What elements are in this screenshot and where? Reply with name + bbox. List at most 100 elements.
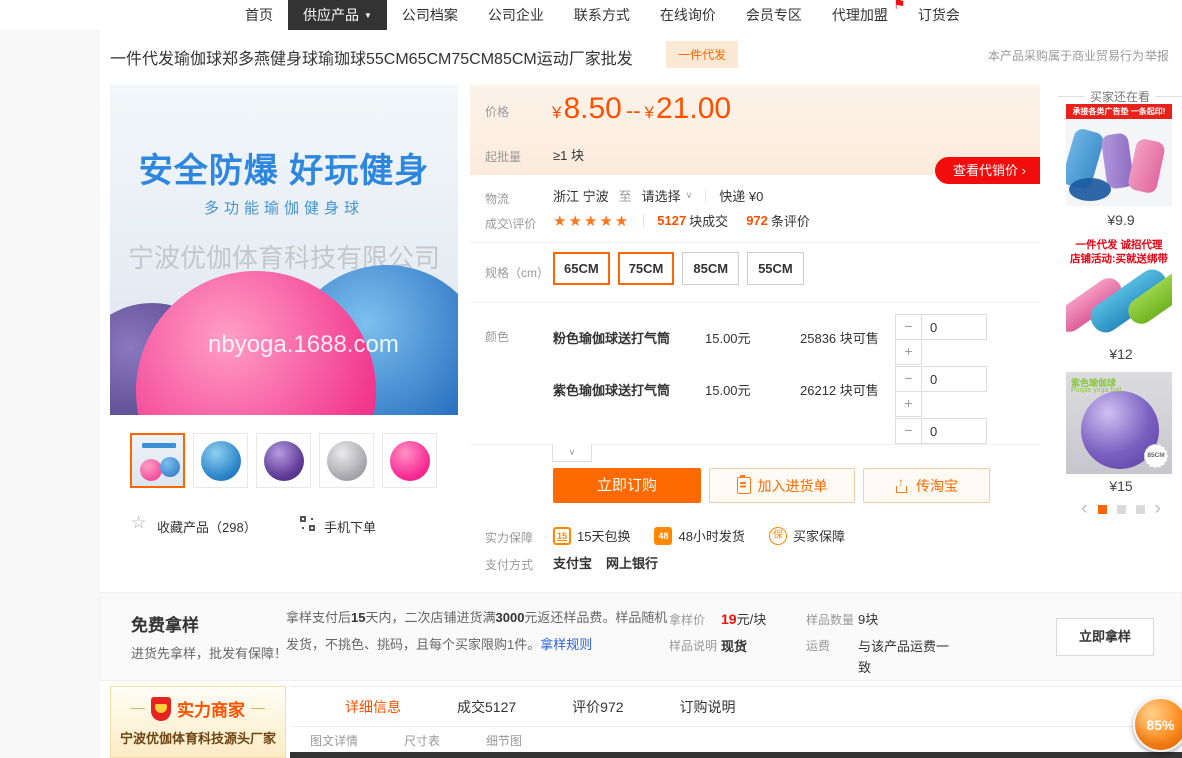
sample-freight-label: 运费 [806, 637, 830, 654]
product-main-image[interactable]: 安全防爆 好玩健身 多功能瑜伽健身球 宁波优伽体育科技有限公司 nbyoga.1… [110, 85, 458, 415]
hero-slogan: 安全防爆 好玩健身 [110, 143, 458, 192]
add-to-purchase-list-button[interactable]: 加入进货单 [709, 468, 855, 503]
related-item-2[interactable]: 一件代发 诚招代理 店铺活动:买就送绑带 [1066, 234, 1172, 338]
detail-subtabs: 图文详情 尺寸表 细节图 [290, 728, 1182, 752]
quantity-input[interactable] [921, 366, 987, 392]
subtab-size-table[interactable]: 尺寸表 [404, 732, 440, 749]
page-dot-1[interactable] [1098, 505, 1107, 514]
quantity-input[interactable] [921, 418, 987, 444]
sample-price-unit: 元/块 [737, 612, 767, 627]
sku-stock: 26212 块可售 [800, 380, 879, 399]
nav-item-inquiry[interactable]: 在线询价 [645, 0, 731, 30]
upload-tray-shape [896, 486, 907, 493]
spec-option-65cm[interactable]: 65CM [553, 252, 610, 285]
nav-item-supply-products[interactable]: 供应产品 ▼ [288, 0, 387, 30]
plus-button[interactable]: + [895, 339, 922, 365]
nav-item-contact[interactable]: 联系方式 [559, 0, 645, 30]
page-dot-3[interactable] [1136, 505, 1145, 514]
sku-price: 15.00元 [705, 328, 751, 347]
thumbnail-4[interactable] [319, 433, 374, 488]
expand-sku-list-button[interactable]: ∨ [552, 444, 592, 462]
related-item-3[interactable]: 紫色瑜伽球 Purple yoga ball 85CM [1066, 372, 1172, 474]
thumbnail-2[interactable] [193, 433, 248, 488]
sku-name: 粉色瑜伽球送打气筒 [553, 328, 670, 347]
thumb-ball-pink [390, 441, 430, 481]
minus-button[interactable]: − [895, 366, 922, 392]
star-outline-icon[interactable]: ☆ [131, 513, 146, 533]
related-item-1[interactable]: 承接各类广告垫 一条起印! [1066, 104, 1172, 206]
spec-option-55cm[interactable]: 55CM [747, 252, 804, 285]
sample-rules-link[interactable]: 拿样规则 [540, 637, 592, 652]
spec-option-75cm[interactable]: 75CM [618, 252, 675, 285]
plus-button[interactable]: + [895, 391, 922, 417]
logistics-label: 物流 [485, 190, 509, 207]
divider [643, 214, 644, 228]
sample-price-number: 19 [721, 611, 737, 627]
sku-row-pink: 粉色瑜伽球送打气筒 15.00元 25836 块可售 − + [553, 312, 1040, 363]
upload-to-taobao-button[interactable]: ↑ 传淘宝 [863, 468, 990, 503]
tab-deals[interactable]: 成交5127 [457, 697, 516, 717]
subtab-graphic-detail[interactable]: 图文详情 [310, 732, 358, 749]
tab-order-notes[interactable]: 订购说明 [680, 697, 736, 717]
product-page: 首页 供应产品 ▼ 公司档案 公司企业 联系方式 在线询价 会员专区 代理加盟 … [0, 0, 1182, 758]
favorite-product-link[interactable]: 收藏产品（298） [157, 517, 257, 536]
spec-label: 规格（cm） [485, 264, 549, 281]
section-divider [470, 242, 1040, 243]
subtab-detail-photos[interactable]: 细节图 [486, 732, 522, 749]
payment-label: 支付方式 [485, 556, 533, 573]
moq-label: 起批量 [485, 148, 521, 165]
get-sample-button[interactable]: 立即拿样 [1056, 618, 1154, 656]
merchant-card[interactable]: 实力商家 宁波优伽体育科技源头厂家 [110, 686, 286, 758]
nav-item-order-fair[interactable]: 订货会 [903, 0, 975, 30]
prev-arrow-icon[interactable]: ‹ [1081, 502, 1087, 516]
price-label: 价格 [485, 103, 509, 120]
currency-symbol: ¥ [552, 103, 561, 123]
sku-row-purple: 紫色瑜伽球送打气筒 15.00元 26212 块可售 − + [553, 364, 1040, 415]
next-arrow-icon[interactable]: › [1155, 502, 1161, 516]
upload-icon: ↑ [895, 478, 909, 493]
deal-unit: 块成交 [689, 211, 728, 230]
nav-item-company[interactable]: 公司企业 [473, 0, 559, 30]
satisfaction-rate-fab[interactable]: 85% [1133, 697, 1182, 752]
thumbnail-3[interactable] [256, 433, 311, 488]
size-badge: 85CM [1144, 444, 1168, 468]
view-consign-price-button[interactable]: 查看代销价 › [935, 157, 1040, 184]
price-dash: -- [626, 98, 641, 124]
nav-item-company-profile[interactable]: 公司档案 [387, 0, 473, 30]
deal-count[interactable]: 5127 [657, 213, 686, 228]
nav-item-home[interactable]: 首页 [230, 0, 288, 30]
star-rating-icon: ★★★★★ [553, 212, 630, 230]
nav-item-member-zone[interactable]: 会员专区 [731, 0, 817, 30]
mini-ball-pink [140, 459, 162, 481]
mobile-order-link[interactable]: 手机下单 [324, 517, 376, 536]
sample-desc-value: 现货 [721, 636, 747, 655]
related-item-3-price: ¥15 [1060, 478, 1182, 494]
tab-reviews[interactable]: 评价972 [572, 697, 623, 717]
spec-option-85cm[interactable]: 85CM [682, 252, 739, 285]
minus-button[interactable]: − [895, 314, 922, 340]
order-now-button[interactable]: 立即订购 [553, 468, 701, 503]
page-dot-2[interactable] [1117, 505, 1126, 514]
related-item-2-price: ¥12 [1060, 346, 1182, 362]
quantity-input[interactable] [921, 314, 987, 340]
thumbnail-1[interactable] [130, 433, 185, 488]
sku-stock: 25836 块可售 [800, 328, 879, 347]
report-link[interactable]: 举报 [1145, 47, 1169, 64]
review-count[interactable]: 972 [746, 213, 768, 228]
page-title: 一件代发瑜伽球郑多燕健身球瑜珈球55CM65CM75CM85CM运动厂家批发 [110, 45, 633, 69]
free-sample-section: 免费拿样 进货先拿样，批发有保障！ 拿样支付后15天内，二次店铺进货满3000元… [100, 592, 1182, 681]
chevron-down-icon[interactable]: ∨ [686, 190, 693, 201]
bull-shield-icon [151, 697, 171, 721]
detail-image-top-edge [290, 752, 1182, 758]
dropship-badge: 一件代发 [666, 41, 738, 68]
hero-url-watermark: nbyoga.1688.com [208, 331, 399, 359]
chevron-down-icon: ▼ [364, 11, 372, 20]
minus-button[interactable]: − [895, 418, 922, 444]
detail-tabs: 详细信息 成交5127 评价972 订购说明 [290, 686, 1182, 727]
destination-select[interactable]: 请选择 [642, 186, 681, 205]
tab-detail-info[interactable]: 详细信息 [345, 697, 401, 717]
thumbnail-5[interactable] [382, 433, 437, 488]
nav-item-label: 供应产品 [303, 5, 359, 25]
merchant-badge-row: 实力商家 [111, 696, 285, 721]
nav-item-agent[interactable]: 代理加盟 [817, 0, 903, 30]
